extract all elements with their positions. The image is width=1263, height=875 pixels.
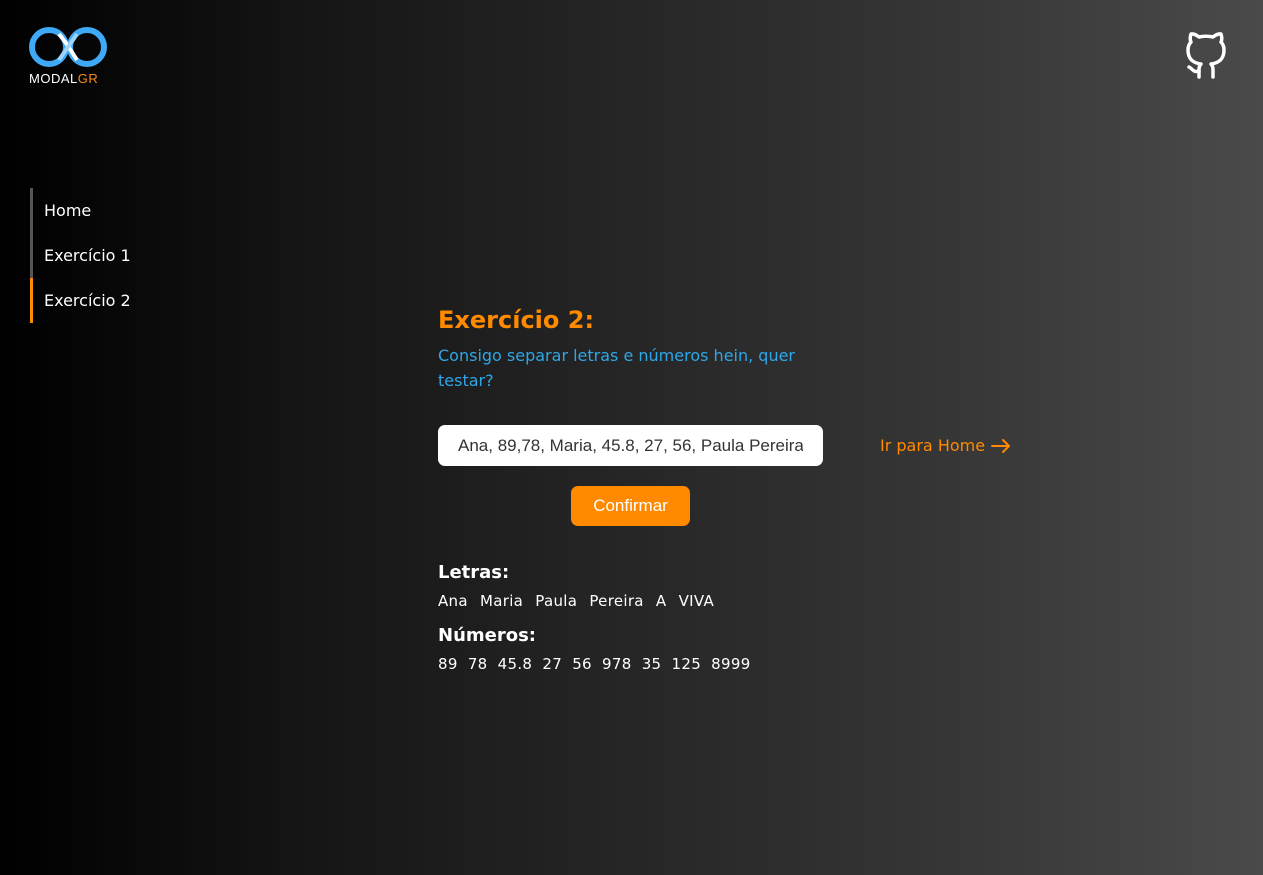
- infinity-logo-icon: [29, 27, 107, 67]
- numbers-result: 89 78 45.8 27 56 978 35 125 8999: [438, 655, 751, 673]
- go-home-link[interactable]: Ir para Home: [880, 436, 1011, 455]
- logo-text: MODALGR: [29, 71, 99, 86]
- sidebar-item-exercicio-1[interactable]: Exercício 1: [30, 233, 190, 278]
- values-input[interactable]: [438, 425, 823, 466]
- github-icon: [1186, 32, 1226, 79]
- github-link[interactable]: [1182, 30, 1230, 82]
- confirm-button[interactable]: Confirmar: [571, 486, 690, 526]
- numbers-label: Números:: [438, 625, 536, 646]
- go-home-label: Ir para Home: [880, 436, 986, 455]
- page-title: Exercício 2:: [438, 306, 595, 334]
- sidebar-item-home[interactable]: Home: [30, 188, 190, 233]
- sidebar-nav: Home Exercício 1 Exercício 2: [30, 188, 190, 323]
- brand-logo[interactable]: MODALGR: [29, 26, 109, 88]
- letters-label: Letras:: [438, 562, 510, 583]
- page-subtitle: Consigo separar letras e números hein, q…: [438, 346, 796, 390]
- letters-result: Ana Maria Paula Pereira A VIVA: [438, 592, 715, 610]
- arrow-right-icon: [991, 438, 1011, 453]
- sidebar-item-exercicio-2[interactable]: Exercício 2: [30, 278, 190, 323]
